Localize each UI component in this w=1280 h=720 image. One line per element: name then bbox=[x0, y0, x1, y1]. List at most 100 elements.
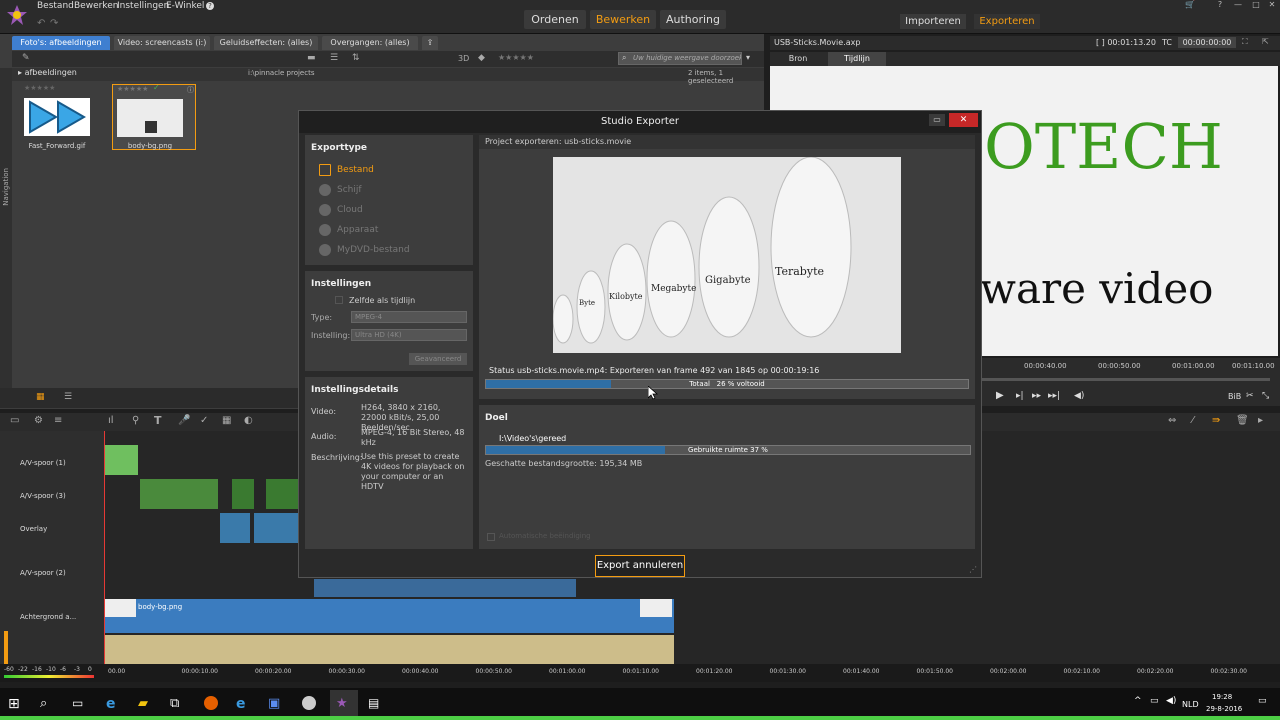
scrubber-track[interactable] bbox=[980, 378, 1270, 381]
video-clip[interactable] bbox=[232, 479, 254, 509]
track-label[interactable]: Achtergrond a... bbox=[20, 613, 100, 621]
color-icon[interactable]: ◐ bbox=[244, 415, 253, 426]
clock-date[interactable]: 29-8-2016 bbox=[1206, 705, 1242, 713]
exporttype-bestand[interactable]: Bestand bbox=[319, 163, 374, 177]
exporttype-mydvd[interactable]: MyDVD-bestand bbox=[319, 243, 410, 257]
rating-filter[interactable]: ★★★★★ bbox=[498, 53, 534, 62]
help-icon[interactable]: ? bbox=[206, 2, 214, 10]
volume-icon[interactable]: ◀) bbox=[1074, 391, 1084, 401]
track-label[interactable]: Overlay bbox=[20, 525, 47, 533]
pinnacle-taskbar-icon[interactable]: ★ bbox=[336, 696, 352, 712]
detach-icon[interactable]: ⇱ bbox=[1262, 37, 1269, 46]
settings-icon[interactable]: ⚙ bbox=[34, 415, 43, 426]
voiceover-icon[interactable]: 🎤 bbox=[178, 415, 190, 426]
notifications-icon[interactable]: ▭ bbox=[1258, 696, 1274, 712]
audio-background-clip[interactable] bbox=[104, 635, 674, 665]
tray-up-icon[interactable]: ^ bbox=[1134, 696, 1150, 712]
more-icon[interactable]: ▸ bbox=[1258, 415, 1263, 426]
menu-bewerken[interactable]: Bewerken bbox=[74, 1, 118, 11]
importeren-button[interactable]: Importeren bbox=[900, 14, 966, 29]
undo-icon[interactable]: ↶ bbox=[37, 18, 45, 29]
track-label[interactable]: A/V-spoor (3) bbox=[20, 492, 66, 500]
tag-icon[interactable]: ◆ bbox=[478, 53, 485, 63]
destination-path[interactable]: I:\Video's\gereed bbox=[499, 434, 566, 443]
trash-icon[interactable]: 🗑 bbox=[1236, 415, 1249, 426]
exporttype-schijf[interactable]: Schijf bbox=[319, 183, 362, 197]
search-dropdown-icon[interactable]: ▾ bbox=[746, 53, 750, 62]
menu-e-winkel[interactable]: E-Winkel bbox=[166, 1, 204, 11]
overlay-clip[interactable] bbox=[254, 513, 300, 543]
video-clip[interactable] bbox=[104, 445, 138, 475]
help-window-icon[interactable]: ? bbox=[1212, 0, 1228, 10]
network-icon[interactable]: ▭ bbox=[1150, 696, 1166, 712]
screen-recorder-icon[interactable]: ▤ bbox=[368, 696, 384, 712]
preview-ruler[interactable]: 00:00:40.00 00:00:50.00 00:01:00.00 00:0… bbox=[980, 358, 1280, 388]
snap-icon[interactable]: ⇔ bbox=[1168, 415, 1176, 426]
razor-icon[interactable]: ⁄ bbox=[1192, 415, 1194, 426]
marker-icon[interactable]: ⚲ bbox=[132, 415, 139, 426]
resize-grip-icon[interactable]: ⋰ bbox=[969, 565, 977, 574]
setting-select[interactable]: Ultra HD (4K) bbox=[351, 329, 467, 341]
sort-icon[interactable]: ⇅ bbox=[352, 53, 360, 63]
task-view-icon[interactable]: ▭ bbox=[72, 696, 88, 712]
exporttype-cloud[interactable]: Cloud bbox=[319, 203, 363, 217]
firefox-icon[interactable] bbox=[204, 696, 218, 710]
grid-icon[interactable]: ▦ bbox=[222, 415, 231, 426]
search-input[interactable]: Uw huidige weergave doorzoeken bbox=[618, 52, 742, 65]
windows-start-icon[interactable]: ⊞ bbox=[8, 696, 24, 712]
playhead[interactable] bbox=[104, 431, 105, 667]
redo-icon[interactable]: ↷ bbox=[50, 18, 58, 29]
next-frame-icon[interactable]: ▸| bbox=[1016, 391, 1024, 401]
timecode-field[interactable]: 00:00:00:00 bbox=[1178, 37, 1236, 48]
speaker-icon[interactable]: ◀) bbox=[1166, 696, 1182, 712]
timeline-ruler[interactable]: -60 -22 -16 -10 -6 -3 0 00.00 00:00:10.00 00:00:… bbox=[0, 664, 1280, 682]
list-view-icon[interactable]: ☰ bbox=[330, 53, 338, 63]
play-icon[interactable]: ▶ bbox=[996, 390, 1004, 401]
tab-bron[interactable]: Bron bbox=[770, 52, 826, 66]
tab-geluidseffecten[interactable]: Geluidseffecten: (alles) bbox=[214, 36, 318, 50]
track-label[interactable]: A/V-spoor (1) bbox=[20, 459, 66, 467]
close-icon[interactable]: ✕ bbox=[1264, 0, 1280, 10]
mode-authoring[interactable]: Authoring bbox=[660, 10, 726, 29]
video-clip[interactable] bbox=[140, 479, 218, 509]
pinnacle-logo-icon[interactable] bbox=[6, 4, 28, 26]
view-3d-label[interactable]: 3D bbox=[458, 54, 469, 63]
app-circle-icon[interactable] bbox=[302, 696, 316, 710]
mode-ordenen[interactable]: Ordenen bbox=[524, 10, 586, 29]
library-item[interactable]: ★★★★★ Fast_Forward.gif bbox=[20, 84, 104, 150]
fullscreen-icon[interactable]: ⛶ bbox=[1242, 37, 1248, 47]
exporteren-button[interactable]: Exporteren bbox=[974, 14, 1040, 29]
cancel-export-button[interactable]: Export annuleren bbox=[595, 555, 685, 577]
pin-icon[interactable]: ✎ bbox=[22, 53, 30, 63]
audio-mixer-icon[interactable]: ıl bbox=[108, 415, 114, 426]
search-taskbar-icon[interactable]: ⌕ bbox=[40, 696, 56, 712]
same-as-timeline-checkbox[interactable] bbox=[335, 296, 343, 304]
mode-bewerken[interactable]: Bewerken bbox=[590, 10, 656, 29]
folder-icon[interactable]: ▬ bbox=[307, 53, 316, 63]
remote-desktop-icon[interactable]: ▣ bbox=[268, 696, 284, 712]
overlay-clip[interactable] bbox=[220, 513, 250, 543]
end-icon[interactable]: ▸▸| bbox=[1048, 391, 1060, 401]
grid-view-icon[interactable]: ▦ bbox=[36, 392, 45, 402]
bib-button[interactable]: BiB bbox=[1228, 392, 1241, 401]
audio-clip[interactable] bbox=[314, 579, 576, 597]
menu-instellingen[interactable]: Instellingen bbox=[117, 1, 169, 11]
track-label[interactable]: A/V-spoor (2) bbox=[20, 569, 66, 577]
minimize-icon[interactable]: — bbox=[1230, 0, 1246, 10]
tab-overgangen[interactable]: Overgangen: (alles) bbox=[322, 36, 418, 50]
advanced-button[interactable]: Geavanceerd bbox=[409, 353, 467, 365]
info-icon[interactable]: ⓘ bbox=[187, 85, 194, 95]
type-select[interactable]: MPEG-4 bbox=[351, 311, 467, 323]
tab-tijdlijn[interactable]: Tijdlijn bbox=[828, 52, 886, 66]
menu-bestand[interactable]: Bestand bbox=[37, 1, 74, 11]
language-indicator[interactable]: NLD bbox=[1182, 700, 1199, 709]
store-icon[interactable]: ⧉ bbox=[170, 696, 186, 712]
file-explorer-icon[interactable]: ▰ bbox=[138, 696, 154, 712]
internet-explorer-icon[interactable]: e bbox=[236, 696, 252, 712]
navigation-sidebar[interactable]: Navigation bbox=[0, 68, 12, 388]
clock-time[interactable]: 19:28 bbox=[1212, 693, 1232, 701]
item-rating[interactable]: ★★★★★ bbox=[117, 85, 148, 93]
transition-icon[interactable]: ✓ bbox=[200, 415, 208, 426]
video-clip[interactable] bbox=[266, 479, 300, 509]
title-icon[interactable]: T bbox=[154, 414, 162, 427]
